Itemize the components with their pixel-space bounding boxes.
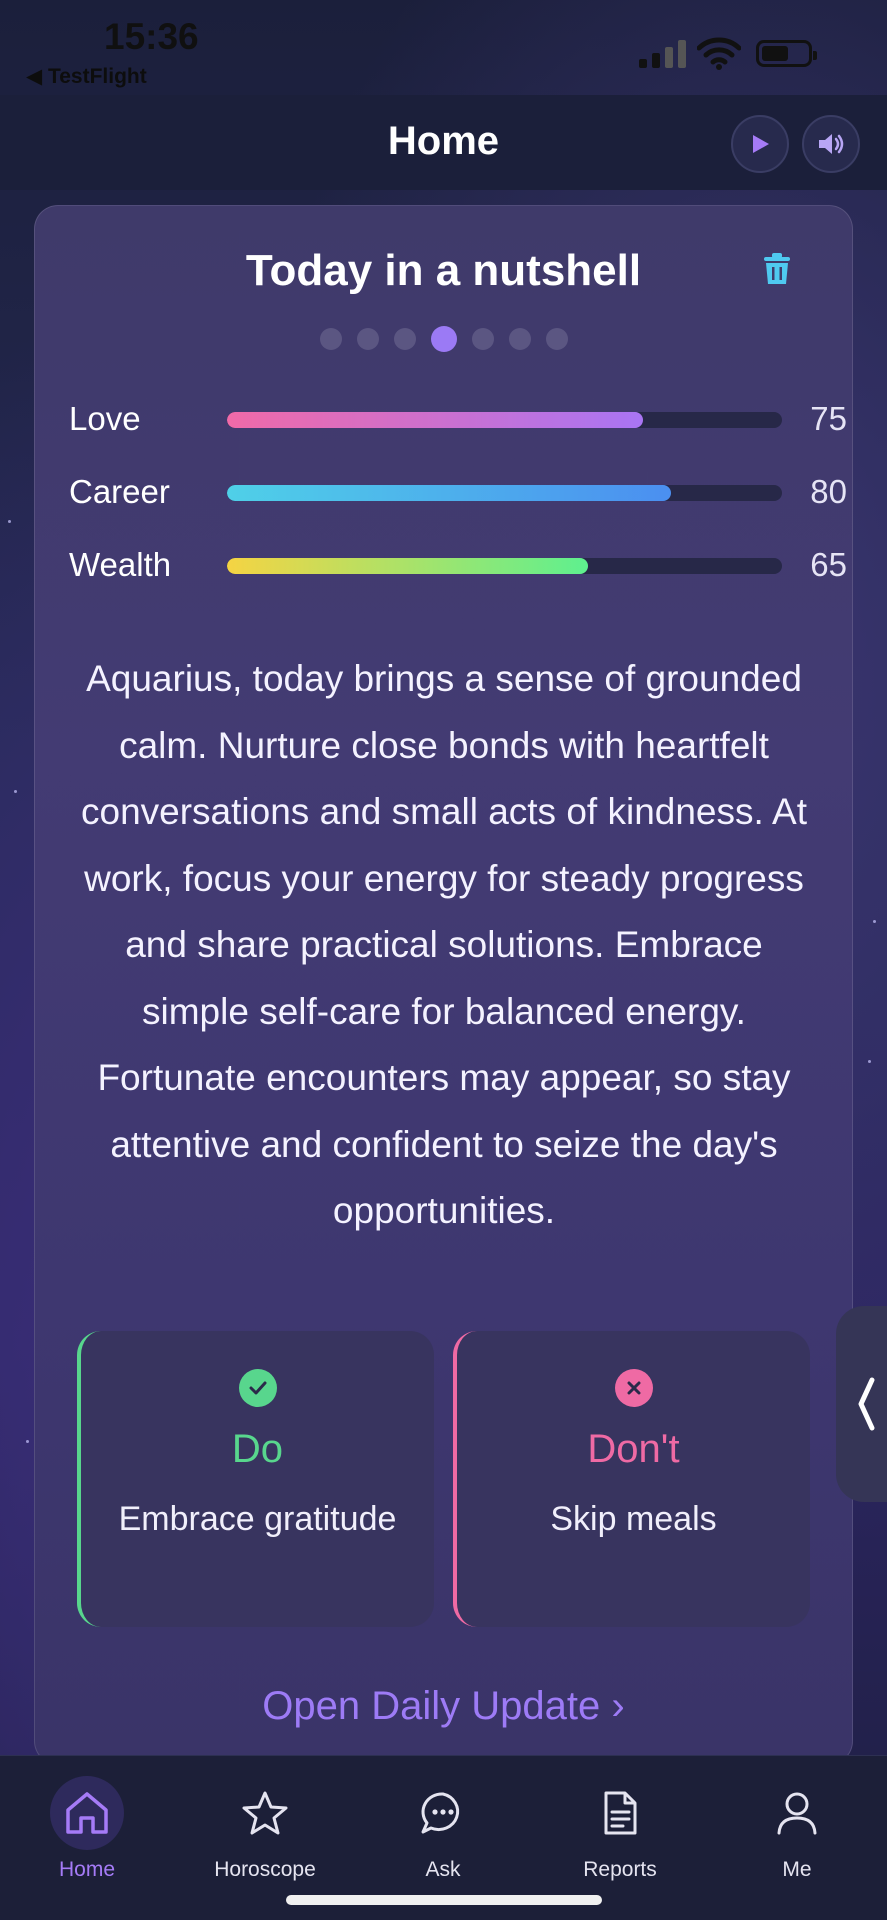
page-dot[interactable] xyxy=(471,328,494,350)
page-dot[interactable] xyxy=(356,328,379,350)
meter-label: Career xyxy=(69,473,170,510)
chat-icon xyxy=(406,1776,480,1850)
meter-value: 75 xyxy=(810,400,847,437)
tab-label: Home xyxy=(58,1858,116,1881)
daily-summary-card: Today in a nutshell Love 75 Career 80 We… xyxy=(34,205,853,1765)
dont-tip-card: Don't Skip meals xyxy=(453,1331,810,1627)
meter-value: 80 xyxy=(810,473,847,510)
star-icon xyxy=(228,1776,302,1850)
meter-label: Love xyxy=(69,400,141,437)
dont-heading: Don't xyxy=(587,1427,680,1471)
tab-label: Ask xyxy=(425,1858,461,1881)
background-star xyxy=(8,520,11,523)
tab-reports[interactable]: Reports xyxy=(550,1774,690,1884)
background-star xyxy=(14,790,17,793)
meter-fill xyxy=(227,485,671,501)
meter-fill xyxy=(227,558,588,574)
speaker-icon xyxy=(819,134,844,154)
person-icon xyxy=(760,1776,834,1850)
wifi-icon xyxy=(697,37,741,70)
audio-button[interactable] xyxy=(802,115,860,173)
cellular-signal-icon xyxy=(639,40,691,68)
do-heading: Do xyxy=(231,1427,284,1471)
play-icon xyxy=(753,135,769,153)
home-indicator xyxy=(286,1895,602,1905)
meter-fill xyxy=(227,412,644,428)
tab-horoscope[interactable]: Horoscope xyxy=(195,1774,335,1884)
meter-track xyxy=(227,558,782,574)
do-tip-card: Do Embrace gratitude xyxy=(77,1331,434,1627)
page-dot[interactable] xyxy=(508,328,531,350)
wealth-meter: Wealth 65 xyxy=(69,542,853,592)
check-circle-icon xyxy=(238,1369,277,1407)
page-dot[interactable] xyxy=(319,328,342,350)
document-icon xyxy=(583,1776,657,1850)
meter-track xyxy=(227,412,782,428)
tab-home[interactable]: Home xyxy=(17,1774,157,1884)
meter-value: 65 xyxy=(810,546,847,583)
back-to-app-link[interactable]: ◀ TestFlight xyxy=(26,64,147,89)
page-dot-active[interactable] xyxy=(430,326,457,352)
trash-icon[interactable] xyxy=(762,252,792,286)
status-time: 15:36 xyxy=(104,16,199,57)
meter-track xyxy=(227,485,782,501)
tab-label: Horoscope xyxy=(214,1858,316,1881)
battery-icon xyxy=(756,40,817,67)
chevron-left-icon xyxy=(858,1377,875,1431)
tab-label: Me xyxy=(782,1858,812,1881)
status-bar: 15:36 ◀ TestFlight xyxy=(0,0,887,95)
card-title: Today in a nutshell xyxy=(245,246,642,295)
background-star xyxy=(26,1440,29,1443)
love-meter: Love 75 xyxy=(69,396,853,446)
play-button[interactable] xyxy=(731,115,789,173)
horoscope-summary-text: Aquarius, today brings a sense of ground… xyxy=(81,658,807,1231)
tab-label: Reports xyxy=(583,1858,657,1881)
page-dot[interactable] xyxy=(393,328,416,350)
top-navigation-bar: Home xyxy=(0,95,887,190)
x-circle-icon xyxy=(614,1369,653,1407)
dont-text: Skip meals xyxy=(550,1500,717,1538)
meter-label: Wealth xyxy=(69,546,172,583)
open-daily-update-link[interactable]: Open Daily Update › xyxy=(35,1684,852,1729)
background-star xyxy=(873,920,876,923)
background-star xyxy=(868,1060,871,1063)
career-meter: Career 80 xyxy=(69,469,853,519)
page-indicator[interactable] xyxy=(35,326,852,352)
side-drawer-handle[interactable] xyxy=(836,1306,887,1502)
tab-me[interactable]: Me xyxy=(727,1774,867,1884)
home-icon xyxy=(50,1776,124,1850)
do-text: Embrace gratitude xyxy=(118,1500,397,1538)
page-dot[interactable] xyxy=(545,328,568,350)
tab-ask[interactable]: Ask xyxy=(373,1774,513,1884)
